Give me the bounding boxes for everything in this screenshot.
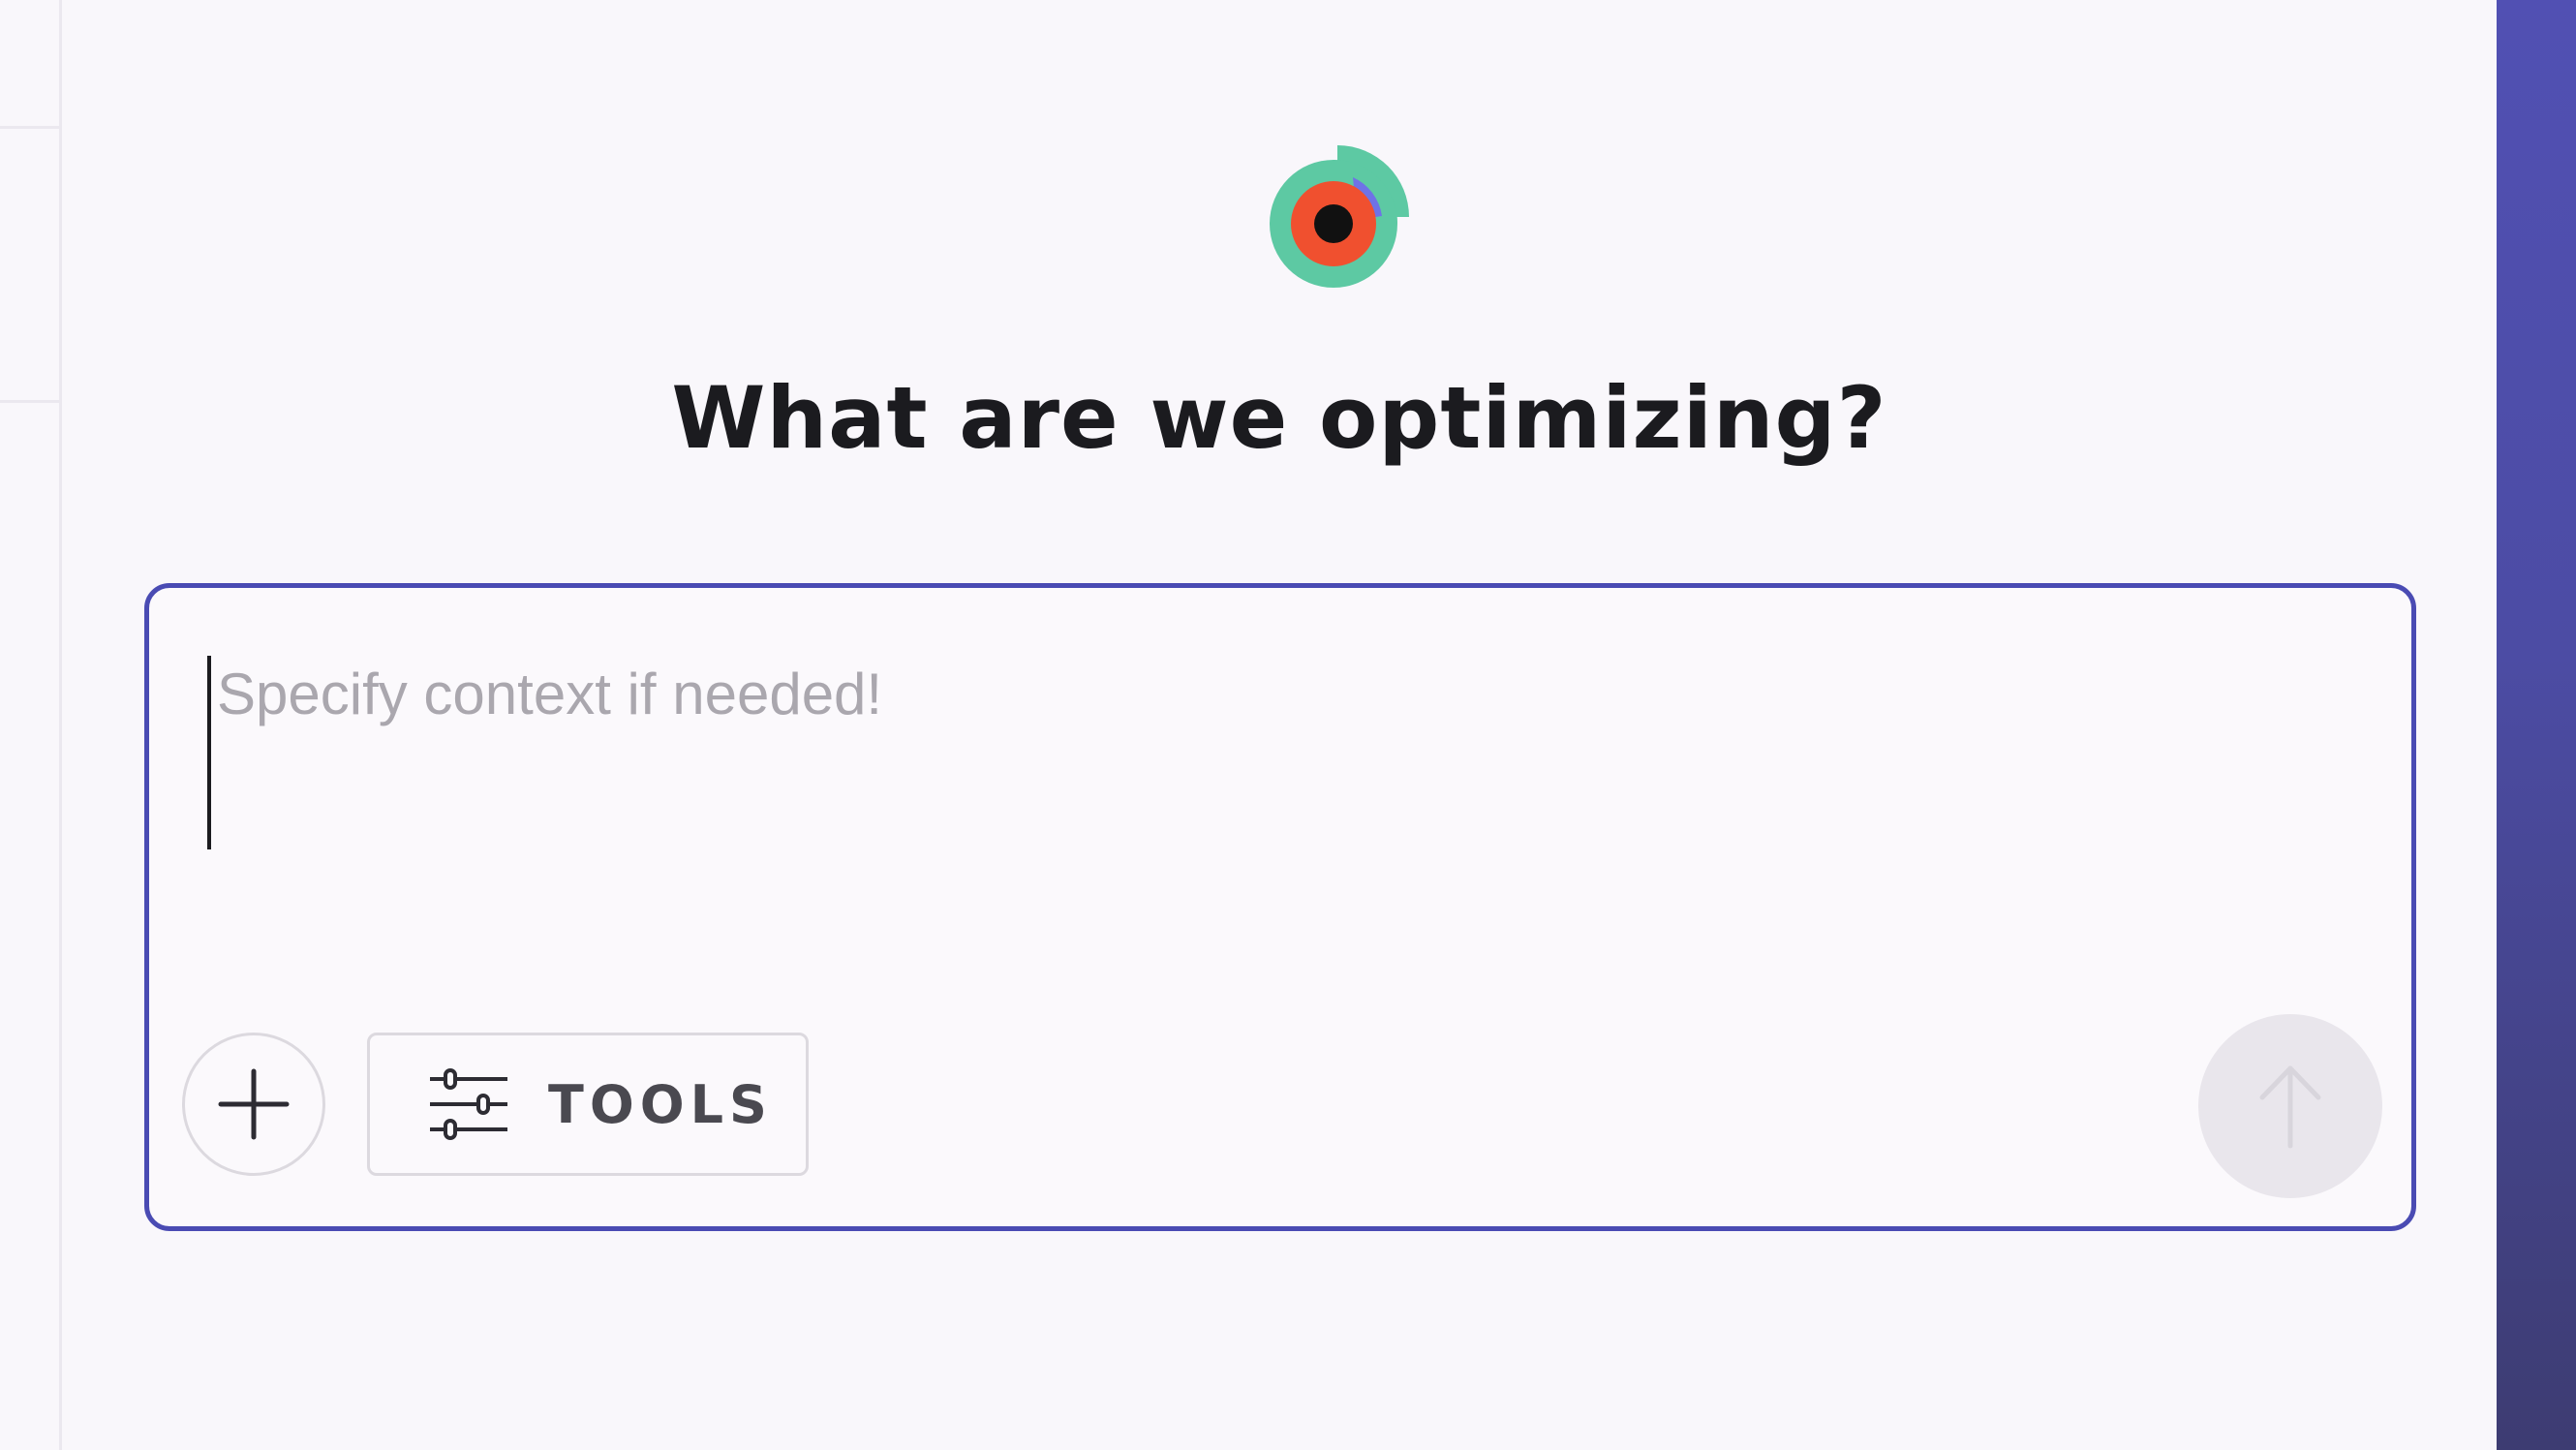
prompt-composer: TOOLS <box>144 583 2416 1231</box>
tools-button-label: TOOLS <box>548 1073 773 1135</box>
tools-button[interactable]: TOOLS <box>367 1033 809 1176</box>
sidebar-divider <box>0 400 62 403</box>
context-input[interactable] <box>207 656 2318 849</box>
arrow-up-icon <box>2259 1065 2321 1149</box>
left-sidebar <box>0 0 62 1450</box>
page-title: What are we optimizing? <box>671 368 1887 468</box>
plus-icon <box>218 1068 290 1140</box>
send-button[interactable] <box>2198 1014 2382 1198</box>
target-eye-logo-icon <box>1268 140 1423 295</box>
add-attachment-button[interactable] <box>182 1033 325 1176</box>
main-content: What are we optimizing? TOOLS <box>62 0 2497 1450</box>
app-window: What are we optimizing? TOOLS <box>0 0 2576 1450</box>
sliders-icon <box>430 1068 507 1140</box>
right-side-panel <box>2497 0 2576 1450</box>
sidebar-divider <box>0 126 62 129</box>
